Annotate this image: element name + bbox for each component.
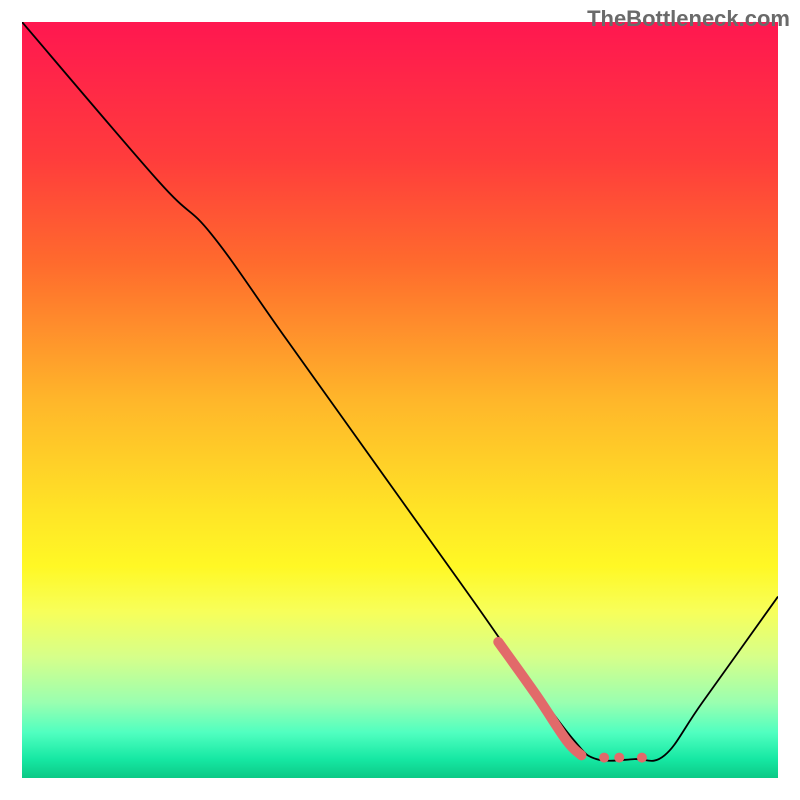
watermark-text: TheBottleneck.com [587,6,790,32]
chart-background-gradient [22,22,778,778]
chart-plot-area [22,22,778,778]
